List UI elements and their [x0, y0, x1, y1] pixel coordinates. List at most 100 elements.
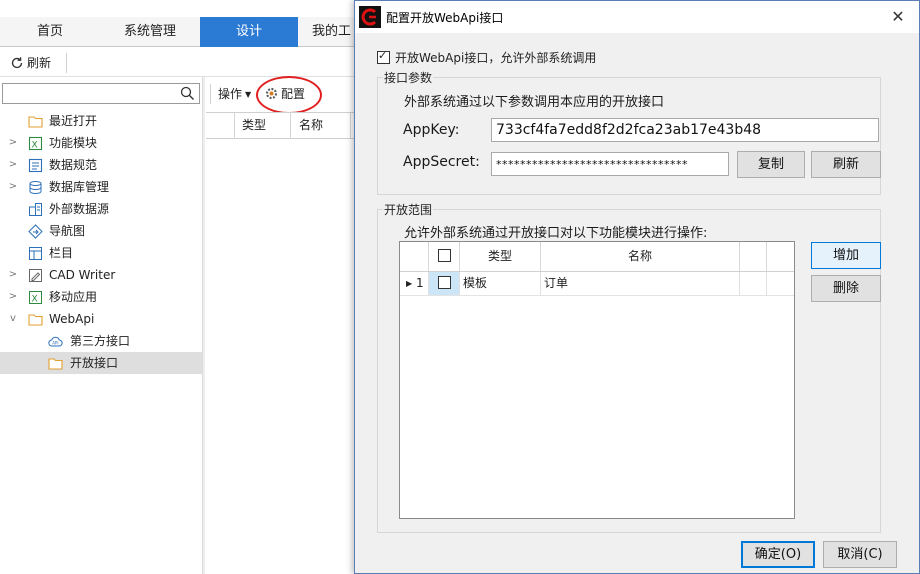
- chevron-right-icon[interactable]: >: [8, 176, 18, 198]
- params-group-legend: 接口参数: [383, 69, 434, 86]
- tree-item-columns[interactable]: 栏目: [0, 242, 202, 264]
- chevron-right-icon[interactable]: >: [8, 132, 18, 154]
- tree-item-label: WebApi: [49, 312, 95, 326]
- enable-webapi-label: 开放WebApi接口，允许外部系统调用: [395, 51, 597, 65]
- column-header-name[interactable]: 名称: [541, 242, 739, 271]
- chevron-right-icon[interactable]: >: [8, 264, 18, 286]
- chevron-right-icon[interactable]: >: [8, 154, 18, 176]
- mobile-app-icon: X: [29, 291, 42, 305]
- params-description: 外部系统通过以下参数调用本应用的开放接口: [404, 95, 665, 110]
- enable-webapi-checkbox[interactable]: [377, 49, 390, 64]
- app-logo-icon: [359, 6, 381, 28]
- module-grid-header: 类型 名称: [206, 112, 354, 139]
- cancel-button[interactable]: 取消(C): [823, 541, 897, 568]
- tree-item-data-spec[interactable]: > 数据规范: [0, 154, 202, 176]
- svg-text:API: API: [52, 341, 58, 346]
- cad-writer-icon: [29, 269, 42, 282]
- select-all-checkbox[interactable]: [437, 249, 451, 262]
- column-header-type[interactable]: 类型: [460, 242, 540, 271]
- tree-item-label: 功能模块: [49, 136, 98, 150]
- row-checkbox-cell: [429, 272, 459, 295]
- dialog-titlebar[interactable]: 配置开放WebApi接口 ✕: [355, 1, 919, 33]
- operate-dropdown-button[interactable]: 操作 ▼: [218, 85, 251, 104]
- pane-splitter[interactable]: [202, 77, 205, 574]
- navigation-map-icon: [28, 224, 43, 239]
- caret-down-icon: ▼: [245, 90, 252, 99]
- tree-item-external-datasource[interactable]: 外部数据源: [0, 198, 202, 220]
- refresh-icon: [11, 57, 23, 69]
- tree-item-label: 导航图: [49, 224, 86, 238]
- row-type-cell: 模板: [463, 276, 488, 290]
- row-index: 1: [416, 276, 424, 290]
- scope-group-legend: 开放范围: [383, 201, 434, 218]
- tree-item-label: 数据规范: [49, 158, 98, 172]
- close-icon[interactable]: ✕: [885, 5, 911, 29]
- folder-icon: [28, 314, 43, 326]
- row-checkbox[interactable]: [437, 276, 451, 289]
- tree-item-label: 栏目: [49, 246, 74, 260]
- chevron-right-icon[interactable]: >: [8, 286, 18, 308]
- column-header-type[interactable]: 类型: [242, 113, 266, 138]
- column-divider: [739, 242, 740, 271]
- tree-item-third-party-api[interactable]: API 第三方接口: [0, 330, 202, 352]
- refresh-secret-button[interactable]: 刷新: [811, 151, 881, 178]
- tree-item-label: 最近打开: [49, 114, 98, 128]
- copy-button[interactable]: 复制: [737, 151, 805, 178]
- tab-system-management[interactable]: 系统管理: [100, 17, 200, 47]
- column-divider: [350, 113, 351, 138]
- appkey-field[interactable]: [491, 118, 879, 142]
- tree-item-webapi[interactable]: v WebApi: [0, 308, 202, 330]
- scope-description: 允许外部系统通过开放接口对以下功能模块进行操作:: [404, 226, 708, 241]
- enable-webapi-checkbox-row[interactable]: 开放WebApi接口，允许外部系统调用: [377, 49, 596, 66]
- delete-module-button[interactable]: 删除: [811, 275, 881, 302]
- chevron-down-icon[interactable]: v: [8, 308, 18, 330]
- svg-text:X: X: [32, 295, 38, 305]
- tree-item-modules[interactable]: > X 功能模块: [0, 132, 202, 154]
- column-divider: [540, 272, 541, 295]
- column-divider: [290, 113, 291, 138]
- appsecret-label: AppSecret:: [403, 154, 480, 170]
- column-divider: [766, 242, 767, 271]
- main-toolbar: 刷新: [0, 49, 360, 77]
- search-icon[interactable]: [180, 86, 195, 101]
- folder-icon: [28, 116, 43, 128]
- column-divider: [234, 113, 235, 138]
- table-row[interactable]: ▶ 1 模板 订单: [400, 272, 794, 296]
- tab-my-work[interactable]: 我的工: [298, 17, 360, 47]
- navigation-tree: 最近打开 > X 功能模块 > 数据规范 > 数据库管理 外部数据源 导航图 栏…: [0, 110, 202, 374]
- toolbar-divider: [66, 53, 67, 73]
- tree-item-mobile-app[interactable]: > X 移动应用: [0, 286, 202, 308]
- column-divider: [459, 272, 460, 295]
- tab-design[interactable]: 设计: [200, 17, 298, 47]
- tree-item-cad-writer[interactable]: > CAD Writer: [0, 264, 202, 286]
- tree-item-label: 外部数据源: [49, 202, 110, 216]
- config-webapi-dialog: 配置开放WebApi接口 ✕ 开放WebApi接口，允许外部系统调用 接口参数 …: [354, 0, 920, 574]
- tree-item-recent[interactable]: 最近打开: [0, 110, 202, 132]
- api-cloud-icon: API: [48, 336, 63, 347]
- svg-text:X: X: [32, 141, 38, 151]
- column-divider: [766, 272, 767, 295]
- database-icon: [29, 181, 42, 195]
- tree-item-database[interactable]: > 数据库管理: [0, 176, 202, 198]
- tree-item-label: 第三方接口: [70, 334, 131, 348]
- scope-grid-header: 类型 名称: [400, 242, 794, 272]
- appsecret-field[interactable]: [491, 152, 729, 176]
- folder-icon: [48, 358, 63, 370]
- tab-home[interactable]: 首页: [0, 17, 100, 47]
- tree-item-label: CAD Writer: [49, 268, 116, 282]
- refresh-button[interactable]: 刷新: [10, 54, 51, 72]
- tree-item-open-api[interactable]: 开放接口: [0, 352, 202, 374]
- search-input[interactable]: [3, 84, 173, 103]
- row-header-cell[interactable]: ▶ 1: [400, 272, 428, 295]
- ok-button[interactable]: 确定(O): [741, 541, 815, 568]
- tree-item-navigation-map[interactable]: 导航图: [0, 220, 202, 242]
- row-pointer-icon: ▶: [406, 279, 413, 288]
- add-module-button[interactable]: 增加: [811, 242, 881, 269]
- tree-search-box: [2, 83, 200, 104]
- appkey-label: AppKey:: [403, 122, 460, 138]
- excel-module-icon: X: [28, 136, 43, 151]
- refresh-label: 刷新: [27, 56, 52, 70]
- external-datasource-icon: [29, 203, 42, 216]
- column-header-name[interactable]: 名称: [299, 113, 323, 138]
- tree-item-label: 移动应用: [49, 290, 98, 304]
